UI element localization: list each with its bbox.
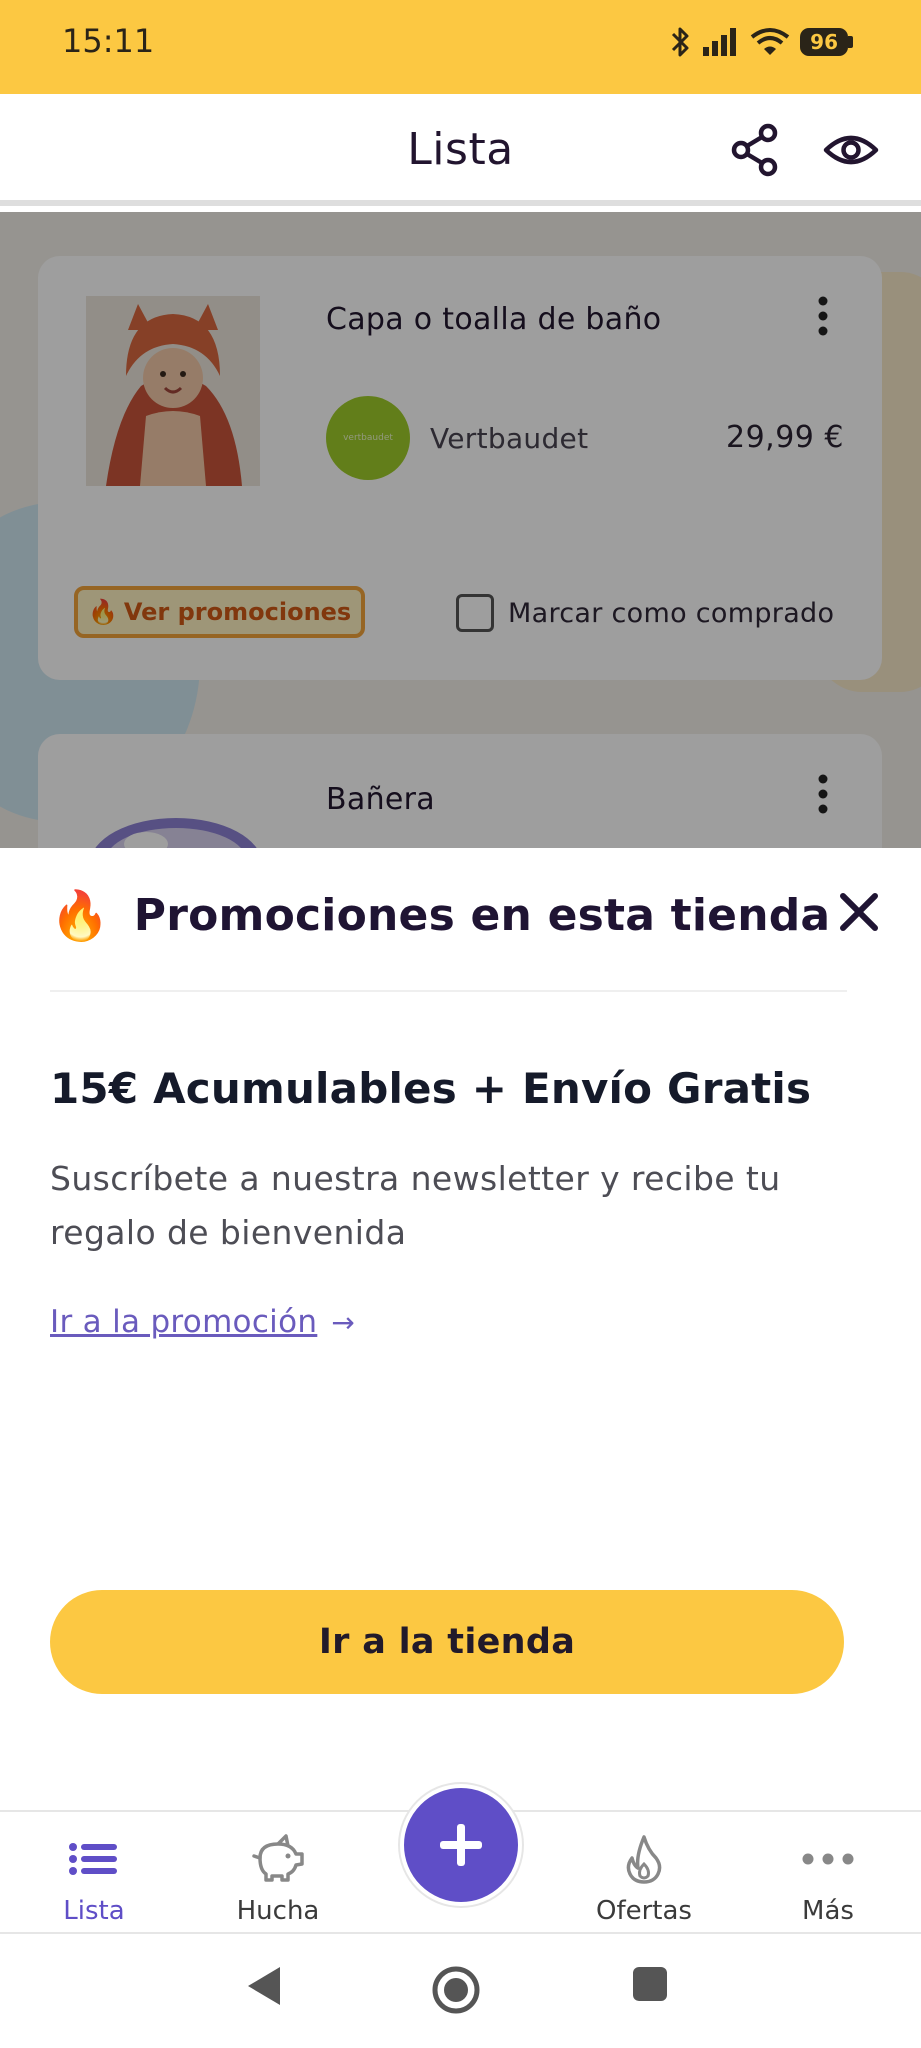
app-bar: Lista: [0, 94, 921, 206]
nav-label: Ofertas: [596, 1896, 692, 1926]
share-icon[interactable]: [728, 122, 784, 178]
battery-level: 96: [800, 28, 848, 56]
go-to-promotion-link[interactable]: Ir a la promoción →: [50, 1304, 355, 1340]
divider: [50, 990, 847, 992]
status-time: 15:11: [62, 22, 155, 60]
back-icon[interactable]: [244, 1964, 284, 2008]
promo-link-label[interactable]: Ir a la promoción: [50, 1304, 317, 1340]
piggy-bank-icon: [252, 1834, 304, 1882]
signal-icon: [703, 28, 737, 56]
wifi-icon: [750, 28, 790, 55]
nav-item-mas[interactable]: Más: [758, 1834, 898, 1926]
status-bar: 15:11 96: [0, 0, 921, 94]
more-dots-icon: [802, 1853, 854, 1865]
sheet-title: Promociones en esta tienda: [133, 890, 831, 941]
scrim-overlay[interactable]: [0, 212, 921, 848]
plus-icon: [440, 1824, 482, 1866]
system-nav: [0, 1934, 921, 2048]
go-to-store-button[interactable]: Ir a la tienda: [50, 1590, 844, 1694]
flame-icon: [626, 1835, 662, 1884]
nav-label: Lista: [63, 1896, 125, 1926]
promo-heading: 15€ Acumulables + Envío Gratis: [50, 1064, 812, 1113]
battery-icon: 96: [800, 28, 853, 56]
fire-icon: 🔥: [50, 887, 110, 944]
close-icon[interactable]: [833, 886, 885, 938]
sheet-header: 🔥 Promociones en esta tienda: [50, 890, 830, 941]
nav-label: Más: [802, 1896, 854, 1926]
add-item-button[interactable]: [400, 1784, 522, 1906]
promotions-sheet: 🔥 Promociones en esta tienda 15€ Acumula…: [0, 848, 921, 1810]
bluetooth-icon: [672, 27, 689, 57]
nav-item-lista[interactable]: Lista: [24, 1834, 164, 1926]
promo-description: Suscríbete a nuestra newsletter y recibe…: [50, 1159, 781, 1252]
nav-label: Hucha: [236, 1896, 320, 1926]
home-icon[interactable]: [430, 1964, 482, 2016]
recent-apps-icon[interactable]: [630, 1964, 670, 2004]
arrow-right-icon: →: [331, 1305, 355, 1339]
eye-icon[interactable]: [822, 122, 880, 178]
status-icons: 96: [670, 22, 853, 62]
go-to-store-label: Ir a la tienda: [318, 1622, 576, 1662]
nav-item-ofertas[interactable]: Ofertas: [574, 1834, 714, 1926]
list-icon: [69, 1843, 117, 1875]
nav-item-hucha[interactable]: Hucha: [208, 1834, 348, 1926]
